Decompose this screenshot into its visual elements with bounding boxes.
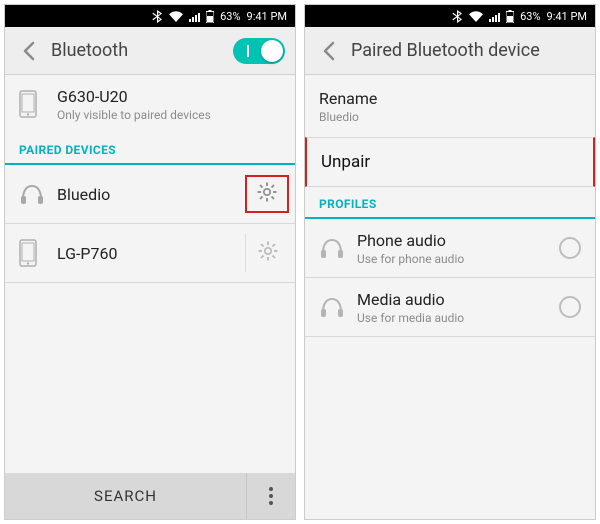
bluetooth-status-icon (152, 10, 163, 23)
rename-row[interactable]: Rename Bluedio (305, 75, 595, 137)
paired-device-row[interactable]: LG-P760 (5, 224, 295, 282)
profile-row[interactable]: Media audio Use for media audio (305, 278, 595, 336)
dot-icon (269, 487, 273, 491)
content-area: Rename Bluedio Unpair PROFILES Phone aud… (305, 75, 595, 519)
headphones-icon (19, 182, 57, 206)
header: Paired Bluetooth device (305, 27, 595, 75)
status-time: 9:41 PM (547, 10, 587, 23)
device-name: LG-P760 (57, 244, 245, 263)
gear-icon (256, 239, 280, 267)
back-button[interactable] (311, 33, 347, 69)
wifi-icon (169, 11, 183, 22)
gear-icon (255, 180, 279, 208)
status-time: 9:41 PM (247, 10, 287, 23)
search-button[interactable]: SEARCH (5, 473, 247, 519)
paired-device-screen: 63% 9:41 PM Paired Bluetooth device Rena… (304, 4, 596, 520)
signal-icon (189, 11, 200, 22)
bluetooth-toggle[interactable] (233, 38, 285, 64)
battery-percent: 63% (520, 10, 540, 23)
wifi-icon (469, 11, 483, 22)
content-area: G630-U20 Only visible to paired devices … (5, 75, 295, 473)
phone-icon (19, 239, 57, 267)
bottom-bar: SEARCH (5, 473, 295, 519)
headphones-icon (319, 236, 357, 260)
dot-icon (269, 494, 273, 498)
signal-icon (489, 11, 500, 22)
page-title: Bluetooth (47, 40, 233, 61)
profile-subtitle: Use for media audio (357, 311, 559, 325)
paired-device-row[interactable]: Bluedio (5, 165, 295, 223)
battery-percent: 63% (220, 10, 240, 23)
bluetooth-screen: 63% 9:41 PM Bluetooth G630-U20 Only visi… (4, 4, 296, 520)
section-profiles: PROFILES (305, 187, 595, 219)
status-bar: 63% 9:41 PM (305, 5, 595, 27)
local-device-visibility: Only visible to paired devices (57, 108, 281, 122)
profile-radio[interactable] (559, 237, 581, 259)
profile-row[interactable]: Phone audio Use for phone audio (305, 219, 595, 277)
unpair-label: Unpair (321, 152, 370, 172)
bluetooth-status-icon (452, 10, 463, 23)
unpair-button[interactable]: Unpair (305, 137, 595, 187)
status-bar: 63% 9:41 PM (5, 5, 295, 27)
profile-title: Media audio (357, 290, 559, 309)
overflow-menu-button[interactable] (247, 473, 295, 519)
device-name: Bluedio (57, 185, 245, 204)
profile-radio[interactable] (559, 296, 581, 318)
local-device-name: G630-U20 (57, 87, 281, 106)
profile-subtitle: Use for phone audio (357, 252, 559, 266)
battery-icon (506, 10, 514, 23)
section-paired-devices: PAIRED DEVICES (5, 133, 295, 165)
paired-device-name: Bluedio (319, 110, 581, 124)
battery-icon (206, 10, 214, 23)
rename-label: Rename (319, 89, 581, 108)
profile-title: Phone audio (357, 231, 559, 250)
dot-icon (269, 501, 273, 505)
device-settings-button[interactable] (245, 234, 289, 272)
back-button[interactable] (11, 33, 47, 69)
page-title: Paired Bluetooth device (347, 40, 589, 61)
phone-icon (19, 90, 57, 118)
local-device-row[interactable]: G630-U20 Only visible to paired devices (5, 75, 295, 133)
header: Bluetooth (5, 27, 295, 75)
device-settings-button[interactable] (245, 175, 289, 213)
headphones-icon (319, 295, 357, 319)
